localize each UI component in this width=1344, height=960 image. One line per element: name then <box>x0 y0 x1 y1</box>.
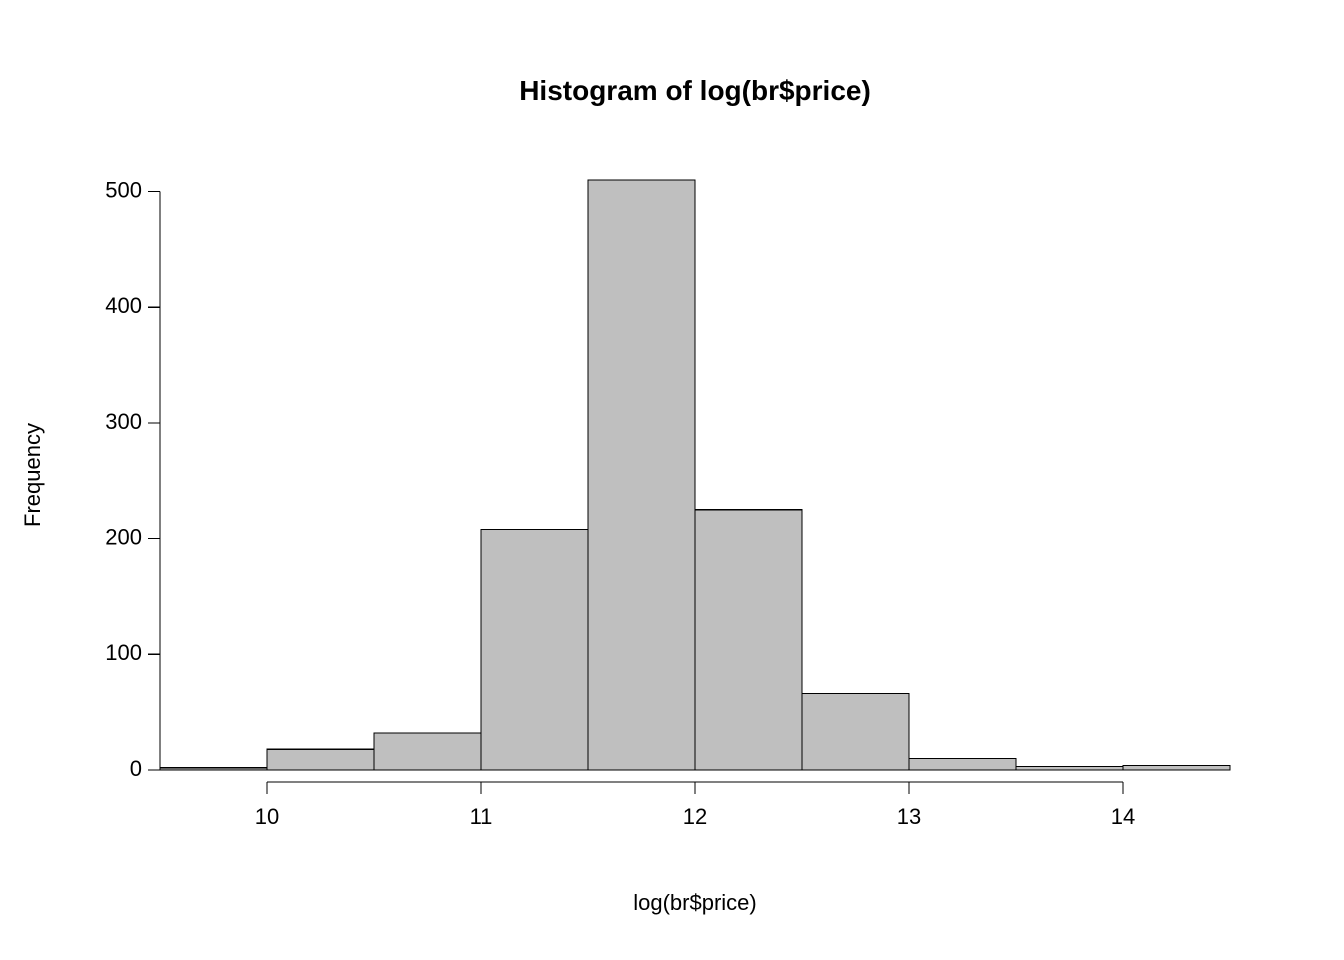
y-tick-label: 100 <box>105 640 142 665</box>
histogram-bar <box>374 733 481 770</box>
histogram-bar <box>802 694 909 770</box>
x-tick-label: 14 <box>1111 804 1135 829</box>
histogram-bar <box>1016 767 1123 770</box>
histogram-bar <box>481 529 588 770</box>
x-tick-label: 11 <box>470 804 493 829</box>
chart-title: Histogram of log(br$price) <box>519 75 871 106</box>
histogram-bar <box>267 749 374 770</box>
y-tick-label: 300 <box>105 409 142 434</box>
y-tick-label: 400 <box>105 293 142 318</box>
chart-container: Histogram of log(br$price) 0 100 200 300 400 5… <box>0 0 1344 960</box>
y-tick-label: 0 <box>130 756 142 781</box>
histogram-bar <box>588 180 695 770</box>
y-ticks: 0 100 200 300 400 500 <box>105 177 160 780</box>
x-tick-label: 10 <box>255 804 279 829</box>
histogram-bar <box>1123 765 1230 770</box>
x-tick-label: 12 <box>683 804 707 829</box>
histogram-bar <box>160 768 267 770</box>
histogram-svg: Histogram of log(br$price) 0 100 200 300 400 5… <box>0 0 1344 960</box>
histogram-bar <box>909 758 1016 770</box>
y-axis-label: Frequency <box>20 423 45 527</box>
x-ticks: 10 11 12 13 14 <box>255 782 1135 829</box>
x-tick-label: 13 <box>897 804 921 829</box>
x-axis-label: log(br$price) <box>633 890 757 915</box>
bars-group <box>160 180 1230 770</box>
y-tick-label: 200 <box>105 524 142 549</box>
y-tick-label: 500 <box>105 177 142 202</box>
histogram-bar <box>695 510 802 770</box>
